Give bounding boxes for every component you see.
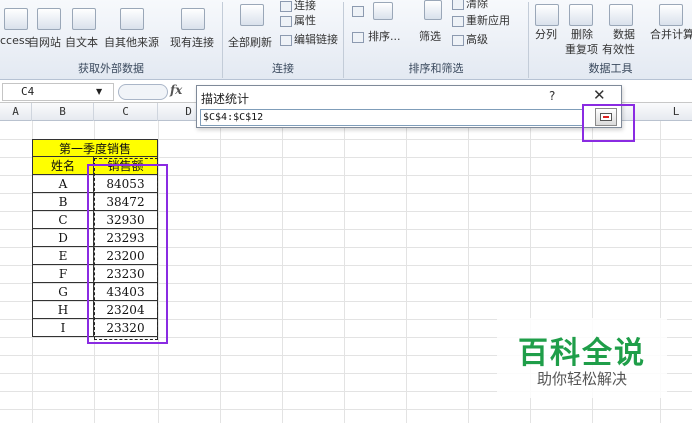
link-icon: [280, 34, 292, 46]
name-cell[interactable]: D: [32, 229, 94, 247]
sales-cell[interactable]: 23230: [94, 265, 158, 283]
grid-line: [468, 121, 469, 423]
sort-az-icon[interactable]: [373, 2, 393, 20]
reapply-icon: [452, 15, 464, 27]
table-title-cell[interactable]: 第一季度销售: [32, 139, 158, 157]
from-other-sources-button[interactable]: 自其他来源: [104, 34, 159, 50]
watermark: 百科全说 助你轻松解决: [497, 318, 667, 398]
header-name-cell[interactable]: 姓名: [32, 157, 94, 175]
sort-descending-icon[interactable]: [352, 30, 366, 43]
grid-line: [220, 121, 221, 423]
expand-dialog-button[interactable]: [595, 108, 617, 126]
sales-cell[interactable]: 23293: [94, 229, 158, 247]
sort-ascending-icon[interactable]: [352, 4, 366, 17]
filter-funnel-icon: [424, 0, 442, 20]
name-cell[interactable]: C: [32, 211, 94, 229]
from-text-button[interactable]: 自文本: [65, 34, 98, 50]
sales-cell[interactable]: 23204: [94, 301, 158, 319]
group-label-connections: 连接: [272, 62, 294, 75]
name-cell[interactable]: E: [32, 247, 94, 265]
from-web-button[interactable]: 自网站: [28, 34, 61, 50]
text-to-columns-icon: [535, 4, 559, 26]
text-file-icon: [72, 8, 96, 30]
existing-connections-button[interactable]: 现有连接: [170, 34, 214, 50]
existing-connections-icon: [181, 8, 205, 30]
sales-cell[interactable]: 84053: [94, 175, 158, 193]
insert-function-icon[interactable]: fx: [170, 83, 182, 97]
column-header-b[interactable]: B: [32, 103, 94, 121]
grid-line: [406, 121, 407, 423]
input-range-field[interactable]: $C$4:$C$12: [200, 109, 584, 126]
clear-icon: [452, 0, 464, 10]
column-header-a[interactable]: A: [0, 103, 32, 121]
header-sales-cell[interactable]: 销售额: [94, 157, 158, 175]
name-cell[interactable]: B: [32, 193, 94, 211]
sort-button[interactable]: 排序...: [368, 28, 401, 44]
dialog-title: 描述统计: [201, 92, 250, 106]
grid-line: [282, 121, 283, 423]
grid-line: [344, 121, 345, 423]
clear-filter-button[interactable]: 清除: [452, 0, 488, 11]
text-to-columns-button[interactable]: 分列: [535, 26, 557, 42]
group-label-sort-filter: 排序和筛选: [408, 62, 464, 75]
edit-links-button[interactable]: 编辑链接: [280, 31, 338, 47]
remove-duplicates-icon: [569, 4, 593, 26]
data-validation-label-2: 有效性: [602, 43, 635, 56]
other-sources-icon: [120, 8, 144, 30]
descriptive-statistics-dialog: 描述统计 ? ✕ $C$4:$C$12: [196, 85, 622, 128]
name-cell[interactable]: G: [32, 283, 94, 301]
consolidate-icon: [659, 4, 683, 26]
web-icon: [37, 8, 61, 30]
name-cell[interactable]: F: [32, 265, 94, 283]
reapply-button[interactable]: 重新应用: [452, 12, 510, 28]
access-icon: [4, 8, 28, 30]
group-label-get-external-data: 获取外部数据: [78, 62, 144, 75]
column-header-c[interactable]: C: [94, 103, 158, 121]
sales-cell[interactable]: 32930: [94, 211, 158, 229]
name-cell[interactable]: I: [32, 319, 94, 337]
chevron-down-icon[interactable]: ▼: [96, 87, 102, 96]
data-validation-button[interactable]: 数据: [613, 26, 635, 42]
connection-icon: [280, 0, 292, 12]
refresh-all-icon: [240, 4, 264, 26]
remove-duplicates-button[interactable]: 删除: [571, 26, 593, 42]
sales-cell[interactable]: 38472: [94, 193, 158, 211]
sales-cell[interactable]: 23200: [94, 247, 158, 265]
advanced-filter-button[interactable]: 高级: [452, 31, 488, 47]
expand-dialog-icon: [600, 113, 612, 121]
filter-button[interactable]: 筛选: [419, 28, 441, 44]
watermark-subtitle: 助你轻松解决: [536, 370, 627, 388]
properties-button[interactable]: 属性: [280, 12, 316, 28]
close-button[interactable]: ✕: [593, 86, 606, 104]
ribbon: ccess 自网站 自文本 自其他来源 现有连接 获取外部数据 全部刷新 连接 …: [0, 0, 692, 80]
sales-cell[interactable]: 23320: [94, 319, 158, 337]
sales-cell[interactable]: 43403: [94, 283, 158, 301]
column-header-l[interactable]: L: [660, 103, 692, 121]
name-cell[interactable]: A: [32, 175, 94, 193]
grid-line: [0, 409, 692, 410]
properties-icon: [280, 15, 292, 27]
data-validation-icon: [609, 4, 633, 26]
consolidate-button[interactable]: 合并计算: [650, 26, 692, 42]
group-label-data-tools: 数据工具: [588, 62, 633, 75]
refresh-all-button[interactable]: 全部刷新: [228, 34, 272, 50]
from-access-button[interactable]: ccess: [0, 34, 30, 47]
help-button[interactable]: ?: [549, 89, 555, 103]
advanced-filter-icon: [452, 34, 464, 46]
watermark-title: 百科全说: [518, 336, 646, 371]
grid-line: [158, 121, 159, 423]
formula-bar-control[interactable]: [118, 84, 168, 100]
name-cell[interactable]: H: [32, 301, 94, 319]
remove-duplicates-label-2: 重复项: [565, 43, 598, 56]
